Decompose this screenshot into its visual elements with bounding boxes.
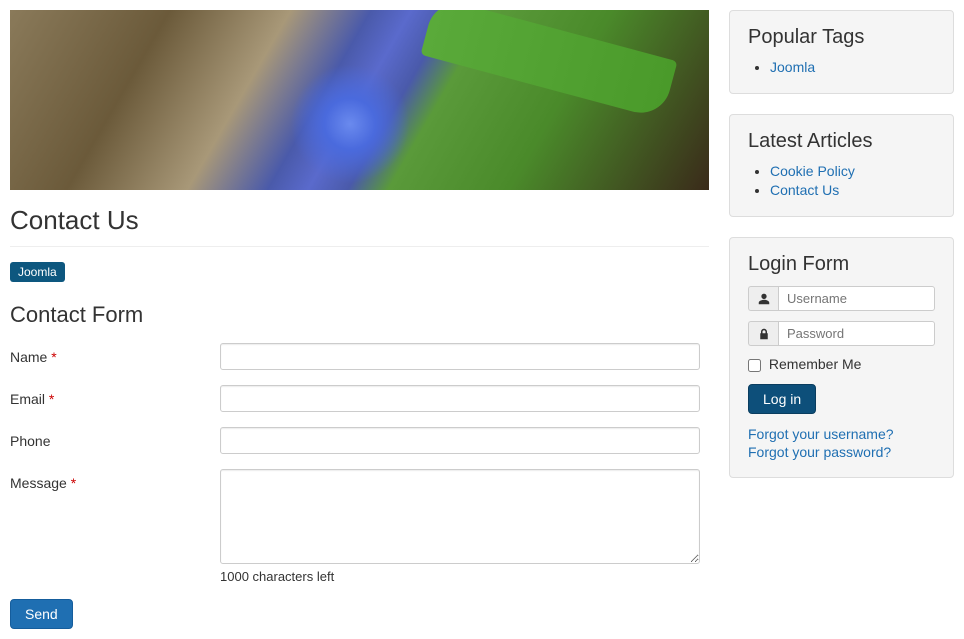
login-form-module: Login Form Remember Me Log in	[729, 237, 954, 478]
send-button[interactable]: Send	[10, 599, 73, 629]
sidebar: Popular Tags Joomla Latest Articles Cook…	[729, 10, 954, 629]
name-input[interactable]	[220, 343, 700, 370]
popular-tags-module: Popular Tags Joomla	[729, 10, 954, 94]
lock-icon	[748, 321, 778, 346]
tag-joomla[interactable]: Joomla	[10, 262, 65, 282]
password-input[interactable]	[778, 321, 935, 346]
latest-articles-module: Latest Articles Cookie Policy Contact Us	[729, 114, 954, 217]
email-label: Email *	[10, 385, 220, 412]
list-item: Joomla	[770, 59, 935, 75]
message-label: Message *	[10, 469, 220, 584]
forgot-password-link[interactable]: Forgot your password?	[748, 444, 935, 460]
list-item: Contact Us	[770, 182, 935, 198]
remember-me-label[interactable]: Remember Me	[748, 356, 861, 372]
popular-tags-heading: Popular Tags	[748, 26, 935, 49]
char-counter: 1000 characters left	[220, 569, 709, 584]
page-title: Contact Us	[10, 205, 709, 236]
tag-link-joomla[interactable]: Joomla	[770, 59, 815, 75]
login-form-heading: Login Form	[748, 253, 935, 276]
latest-articles-heading: Latest Articles	[748, 130, 935, 153]
article-link-contact-us[interactable]: Contact Us	[770, 182, 839, 198]
name-label: Name *	[10, 343, 220, 370]
email-input[interactable]	[220, 385, 700, 412]
user-icon	[748, 286, 778, 311]
list-item: Cookie Policy	[770, 163, 935, 179]
contact-form: Name * Email * Phone	[10, 343, 709, 629]
main-content: Contact Us Joomla Contact Form Name * Em…	[10, 10, 709, 629]
forgot-username-link[interactable]: Forgot your username?	[748, 426, 935, 442]
divider	[10, 246, 709, 247]
message-textarea[interactable]	[220, 469, 700, 564]
username-input[interactable]	[778, 286, 935, 311]
hero-image	[10, 10, 709, 190]
remember-me-checkbox[interactable]	[748, 359, 761, 372]
phone-input[interactable]	[220, 427, 700, 454]
login-button[interactable]: Log in	[748, 384, 816, 414]
contact-form-heading: Contact Form	[10, 302, 709, 328]
phone-label: Phone	[10, 427, 220, 454]
article-link-cookie-policy[interactable]: Cookie Policy	[770, 163, 855, 179]
